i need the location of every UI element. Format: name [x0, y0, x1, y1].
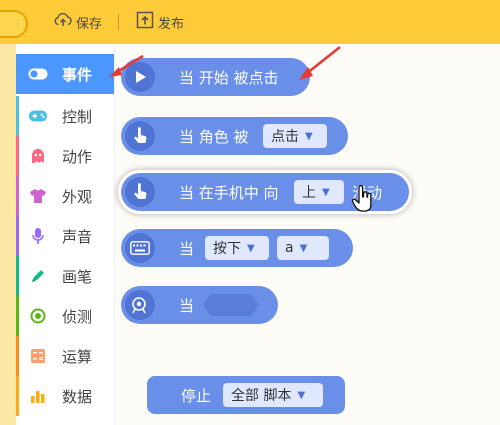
- category-color-edge: [16, 176, 19, 216]
- pen-icon: [28, 267, 48, 285]
- category-label: 声音: [62, 228, 93, 246]
- category-motion[interactable]: 动作: [16, 136, 114, 176]
- chevron-down-icon: ▼: [299, 242, 308, 254]
- calculator-icon: [28, 347, 48, 365]
- category-label: 画笔: [62, 268, 93, 286]
- block-text: 当: [179, 297, 195, 315]
- annotation-arrow-icon: [292, 44, 344, 84]
- ghost-icon: [28, 147, 48, 165]
- toolbar-divider: [118, 14, 119, 30]
- category-pen[interactable]: 画笔: [16, 256, 114, 296]
- dropdown-direction[interactable]: 上 ▼: [294, 180, 344, 204]
- dropdown-value: a: [285, 240, 294, 256]
- save-button[interactable]: 保存: [54, 11, 102, 33]
- category-label: 侦测: [62, 308, 93, 326]
- category-color-edge: [16, 296, 19, 336]
- category-events[interactable]: 事件: [16, 54, 114, 94]
- category-operators[interactable]: 运算: [16, 336, 114, 376]
- target-icon: [28, 307, 48, 325]
- message-slot[interactable]: [203, 294, 259, 316]
- chevron-down-icon: ▼: [305, 130, 313, 142]
- category-label: 运算: [62, 348, 93, 366]
- block-when-sprite-clicked[interactable]: 当 角色 被 点击 ▼: [121, 117, 348, 155]
- dropdown-key-action[interactable]: 按下 ▼: [205, 236, 269, 260]
- shirt-icon: [28, 187, 48, 205]
- gamepad-icon: [28, 107, 48, 125]
- category-color-edge: [16, 336, 19, 376]
- dropdown-value: 全部 脚本: [231, 388, 292, 404]
- category-color-edge: [16, 256, 19, 296]
- block-text: 当 角色 被: [179, 128, 249, 146]
- annotation-arrow-icon: [106, 52, 146, 82]
- top-toolbar: 保存 发布: [0, 0, 500, 44]
- dropdown-key[interactable]: a ▼: [277, 236, 329, 260]
- category-color-edge: [16, 216, 19, 256]
- chevron-down-icon: ▼: [247, 242, 255, 254]
- chevron-down-icon: ▼: [322, 186, 330, 198]
- category-label: 外观: [62, 188, 93, 206]
- cloud-upload-icon: [54, 12, 72, 32]
- publish-label: 发布: [158, 16, 185, 32]
- category-label: 动作: [62, 148, 93, 166]
- broadcast-icon: [125, 290, 155, 320]
- block-text: 当 在手机中 向: [179, 184, 279, 202]
- publish-button[interactable]: 发布: [136, 11, 184, 33]
- category-color-edge: [16, 136, 19, 176]
- block-when-start-clicked[interactable]: 当 开始 被点击: [121, 58, 310, 96]
- category-color-edge: [16, 96, 19, 136]
- block-when-receive[interactable]: 当: [121, 286, 278, 324]
- category-sound[interactable]: 声音: [16, 216, 114, 256]
- dropdown-value: 点击: [271, 129, 299, 145]
- home-button[interactable]: [0, 10, 28, 38]
- category-control[interactable]: 控制: [16, 96, 114, 136]
- save-label: 保存: [76, 16, 103, 32]
- category-label: 数据: [62, 388, 93, 406]
- block-text: 当: [179, 240, 195, 258]
- block-text: 当 开始 被点击: [179, 69, 279, 87]
- category-label: 事件: [62, 66, 93, 84]
- category-sensing[interactable]: 侦测: [16, 296, 114, 336]
- dropdown-value: 按下: [213, 241, 241, 257]
- category-label: 控制: [62, 108, 93, 126]
- hand-pointer-icon: [125, 121, 155, 151]
- dropdown-value: 上: [302, 185, 316, 201]
- category-looks[interactable]: 外观: [16, 176, 114, 216]
- publish-icon: [136, 11, 154, 33]
- block-stop[interactable]: 停止 全部 脚本 ▼: [147, 376, 345, 414]
- sidebar-gutter: [0, 44, 16, 425]
- microphone-icon: [28, 227, 48, 245]
- category-data[interactable]: 数据: [16, 376, 114, 416]
- block-text: 停止: [181, 387, 212, 405]
- category-sidebar: 事件 控制 动作 外观 声音 画笔 侦测 运算 数据: [16, 44, 115, 425]
- category-color-edge: [16, 376, 19, 416]
- chevron-down-icon: ▼: [297, 389, 306, 401]
- dropdown-click-event[interactable]: 点击 ▼: [263, 124, 327, 148]
- hand-pointer-icon: [125, 177, 155, 207]
- dropdown-stop-target[interactable]: 全部 脚本 ▼: [223, 383, 323, 407]
- keyboard-icon: [125, 233, 155, 263]
- toggle-icon: [28, 65, 48, 83]
- block-when-key[interactable]: 当 按下 ▼ a ▼: [121, 229, 353, 267]
- hand-cursor-icon: [351, 185, 375, 213]
- bar-chart-icon: [28, 387, 48, 405]
